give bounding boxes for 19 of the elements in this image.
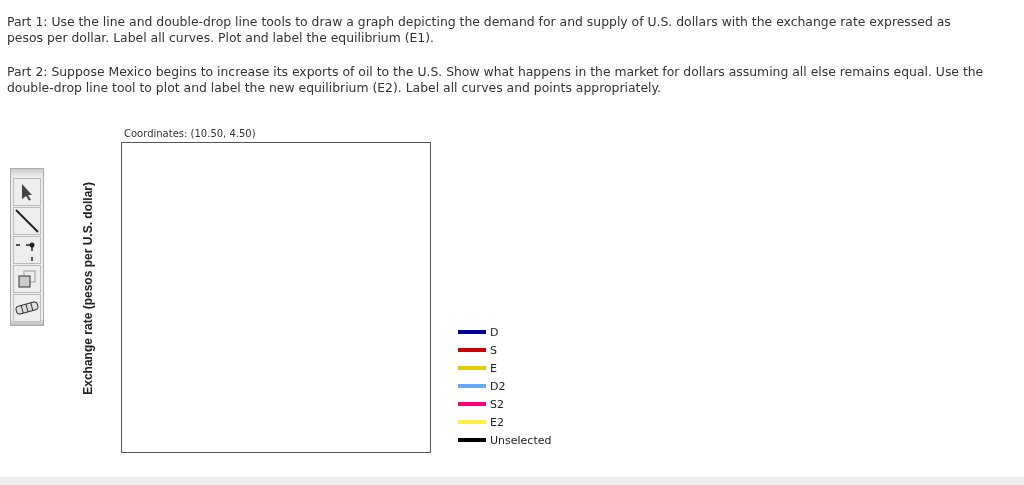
legend-label: E2 <box>490 415 504 429</box>
pointer-tool-button[interactable] <box>13 178 41 206</box>
legend-label: S2 <box>490 397 504 411</box>
diagonal-line-icon <box>15 209 39 233</box>
legend-label: Unselected <box>490 433 552 447</box>
eraser-icon <box>15 301 39 315</box>
instruction-paragraph: Part 2: Suppose Mexico begins to increase its exports of oil to the U.S. Show what happens in the market for dollars assuming all else remains equal. Use the double-drop line tool to plot and label the new equilibrium (E2). Label all curves and points appropriately. <box>7 64 984 96</box>
double-drop-tool-button[interactable] <box>13 236 41 264</box>
cursor-arrow-icon <box>20 183 34 201</box>
y-axis-label: Exchange rate (pesos per U.S. dollar) <box>81 181 95 395</box>
line-tool-button[interactable] <box>13 207 41 235</box>
legend-label: D2 <box>490 379 506 393</box>
legend-label: S <box>490 343 497 357</box>
legend-label: E <box>490 361 497 375</box>
eraser-tool-button[interactable] <box>13 294 41 322</box>
instruction-paragraph: Part 1: Use the line and double-drop line tools to draw a graph depicting the demand for and supply of U.S. dollars with the exchange rate expressed as pesos per dollar. Label all curves. Plot and label the equilibrium (E1). <box>7 14 952 46</box>
copy-squares-icon <box>17 269 37 289</box>
legend-label: D <box>490 325 499 339</box>
coordinates-readout: Coordinates: (10.50, 4.50) <box>124 128 257 141</box>
